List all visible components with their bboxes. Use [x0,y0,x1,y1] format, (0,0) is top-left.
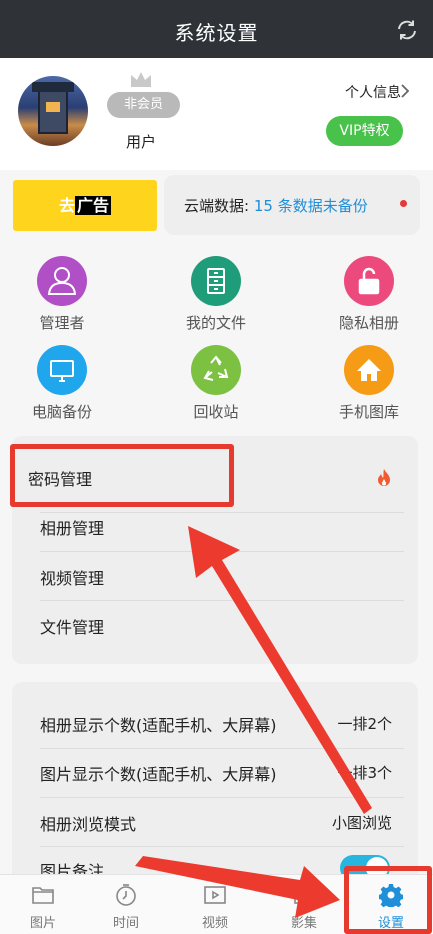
unlock-icon [344,256,394,306]
nav-label: 影集 [290,916,317,931]
setting-browse-mode[interactable]: 相册浏览模式 [40,811,136,835]
highlight-box-settings [344,866,432,934]
top-bar: 系统设置 [0,0,433,58]
crown-icon [131,72,151,87]
divider [40,600,404,601]
notification-dot [400,200,407,207]
feature-recycle-bin[interactable]: 回收站 [156,345,276,422]
vip-button[interactable]: VIP特权 [326,116,403,146]
nav-album[interactable]: 影集 [261,875,347,934]
feature-phone-gallery[interactable]: 手机图库 [309,345,429,422]
nav-label: 视频 [201,916,228,931]
nav-photos[interactable]: 图片 [0,875,86,934]
refresh-icon[interactable] [395,18,419,42]
feature-pc-backup[interactable]: 电脑备份 [2,345,122,422]
video-icon [204,886,226,904]
setting-image-count-value[interactable]: 一排3个 [337,762,392,783]
chevron-right-icon[interactable] [399,82,411,100]
feature-private-album[interactable]: 隐私相册 [309,256,429,333]
username: 用户 [126,133,157,151]
setting-album-count[interactable]: 相册显示个数(适配手机、大屏幕) [40,712,277,736]
member-badge: 非会员 [107,92,180,118]
recycle-icon [191,345,241,395]
menu-item-file[interactable]: 文件管理 [40,614,104,638]
cloud-status: 15 条数据未备份 [253,197,368,215]
user-icon [37,256,87,306]
feature-admin[interactable]: 管理者 [2,256,122,333]
personal-info-link[interactable]: 个人信息 [345,82,401,102]
fire-icon [378,469,390,486]
divider [40,512,404,513]
album-icon [294,885,314,904]
setting-browse-mode-value[interactable]: 小图浏览 [332,812,392,833]
nav-video[interactable]: 视频 [172,875,258,934]
clock-icon [116,884,136,906]
highlight-box-password [10,444,234,507]
remove-ads-button[interactable]: 去广告 [13,180,157,231]
home-icon [344,345,394,395]
menu-item-album[interactable]: 相册管理 [40,515,104,539]
cloud-data-text: 云端数据: 15 条数据未备份 [184,195,368,216]
divider [40,797,404,798]
folder-icon [32,887,54,904]
feature-label: 电脑备份 [31,403,92,421]
page-title: 系统设置 [174,21,259,45]
feature-my-files[interactable]: 我的文件 [156,256,276,333]
feature-label: 回收站 [193,403,239,421]
setting-album-count-value[interactable]: 一排2个 [337,713,392,734]
divider [40,551,404,552]
feature-label: 手机图库 [338,403,399,421]
divider [40,846,404,847]
menu-item-video[interactable]: 视频管理 [40,565,104,589]
nav-time[interactable]: 时间 [83,875,169,934]
profile-section: 非会员 用户 个人信息 VIP特权 [0,58,433,170]
monitor-icon [37,345,87,395]
avatar[interactable] [18,76,88,146]
file-cabinet-icon [191,256,241,306]
cloud-label: 云端数据: [184,197,250,215]
divider [40,748,404,749]
nav-label: 图片 [29,916,56,931]
nav-label: 时间 [112,916,139,931]
ad-prefix: 去 [58,196,75,215]
cloud-data-box[interactable]: 云端数据: 15 条数据未备份 [164,175,420,235]
ad-highlight: 广告 [75,196,112,215]
feature-label: 管理者 [39,314,85,332]
feature-label: 隐私相册 [338,314,399,332]
setting-image-count[interactable]: 图片显示个数(适配手机、大屏幕) [40,761,277,785]
feature-label: 我的文件 [185,314,246,332]
